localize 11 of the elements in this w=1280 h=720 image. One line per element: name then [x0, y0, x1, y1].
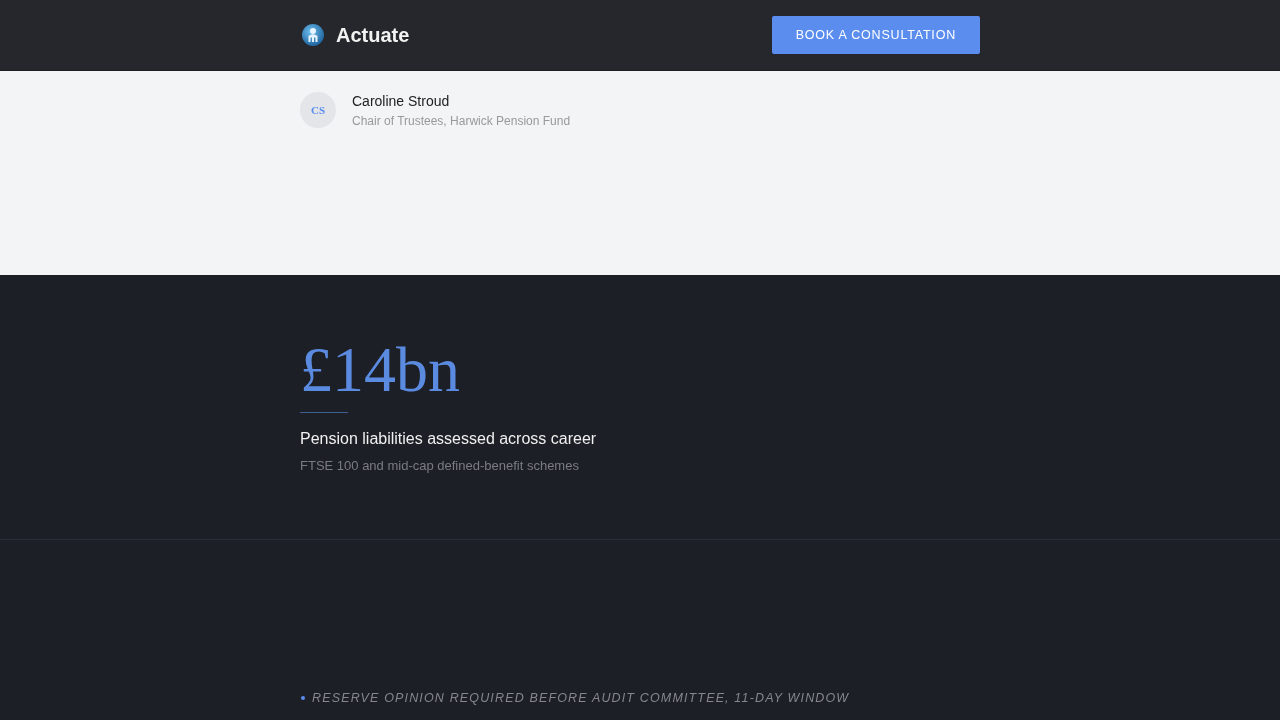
person-name: Caroline Stroud: [352, 93, 451, 109]
brand-name: Actuate: [336, 23, 410, 47]
bullet-dot-icon: [301, 696, 305, 700]
stat-detail: FTSE 100 and mid-cap defined-benefit schemes: [300, 458, 579, 473]
person-role: Chair of Trustees, Harwick Pension Fund: [352, 114, 571, 128]
stat-label: Pension liabilities assessed across career: [300, 430, 597, 448]
stat-value: £14bn: [300, 335, 460, 405]
logo-icon: [302, 24, 324, 46]
avatar-initials: CS: [300, 92, 336, 128]
notice-text: RESERVE OPINION REQUIRED BEFORE AUDIT COMMITTEE, 11-DAY WINDOW: [312, 691, 850, 705]
book-consultation-button[interactable]: BOOK A CONSULTATION: [771, 15, 980, 54]
